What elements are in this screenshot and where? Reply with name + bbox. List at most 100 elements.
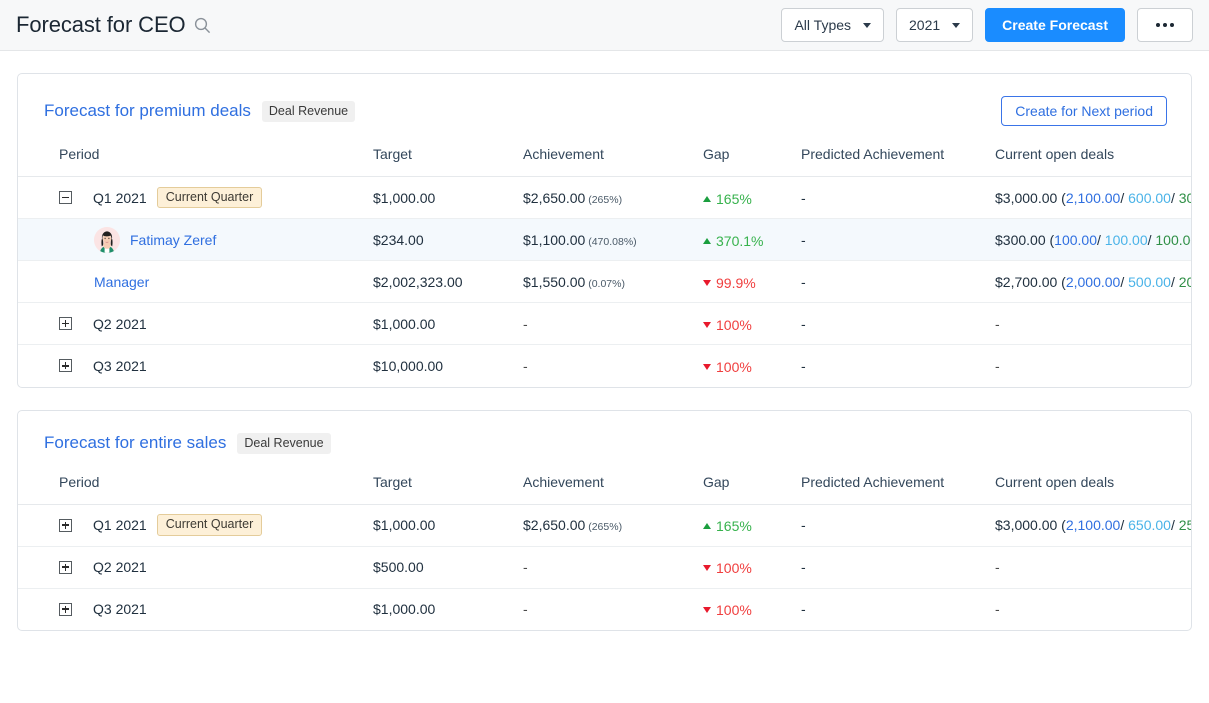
achievement-percent: (0.07%): [585, 277, 625, 290]
collapse-row-icon[interactable]: [59, 191, 72, 204]
column-header: Current open deals: [995, 473, 1191, 505]
create-forecast-label: Create Forecast: [1002, 17, 1108, 33]
open-deals-part-a: 2,100.00: [1065, 517, 1121, 533]
avatar: [94, 226, 120, 253]
gap-value: 165%: [716, 518, 752, 534]
open-deals-total: $3,000.00 (: [995, 189, 1066, 206]
period-label: Q1 2021: [93, 189, 147, 206]
predicted-achievement-value: -: [801, 357, 806, 374]
open-deals-total: $3,000.00 (: [995, 517, 1066, 533]
period-cell: Q1 2021 Current Quarter: [18, 514, 373, 536]
expand-row-icon[interactable]: [59, 560, 72, 574]
table-row: Q3 2021 $1,000.00 - 100% - -: [18, 588, 1191, 630]
role-name-link[interactable]: Manager: [94, 274, 149, 290]
achievement-value: $1,550.00: [523, 273, 586, 290]
gap-value: 100%: [716, 560, 752, 576]
period-cell-container: Q2 2021: [18, 546, 373, 589]
type-filter-dropdown[interactable]: All Types: [781, 8, 885, 42]
period-label: Q2 2021: [93, 559, 147, 575]
ellipsis-icon: [1163, 23, 1167, 27]
open-deals-part-b: 100.00: [1104, 231, 1148, 248]
table-row: Q3 2021 $10,000.00 - 100% - -: [18, 345, 1191, 387]
current-quarter-badge: Current Quarter: [156, 186, 263, 209]
period-cell-container: Fatimay Zeref: [18, 218, 373, 261]
open-deals-cell: -: [995, 302, 1191, 345]
open-deals-part-a: 2,000.00: [1065, 273, 1121, 290]
achievement-cell: $1,100.00 (470.08%): [523, 218, 703, 261]
open-deals-total: -: [995, 601, 1000, 618]
create-next-period-button[interactable]: Create for Next period: [1001, 96, 1167, 126]
achievement-value: -: [523, 357, 528, 374]
year-filter-dropdown[interactable]: 2021: [896, 8, 974, 42]
open-deals-cell: -: [995, 546, 1191, 589]
create-forecast-button[interactable]: Create Forecast: [985, 8, 1125, 42]
sub-row-cell: Fatimay Zeref: [18, 226, 373, 253]
gap-cell: 100%: [703, 302, 801, 345]
column-header: Predicted Achievement: [801, 146, 995, 177]
card-title[interactable]: Forecast for premium deals: [44, 101, 251, 121]
column-header: Period: [18, 473, 373, 505]
target-value: $10,000.00: [373, 357, 444, 374]
gap-indicator: 99.9%: [703, 275, 756, 291]
card-header: Forecast for entire sales Deal Revenue: [18, 411, 1191, 474]
gap-cell: 100%: [703, 546, 801, 589]
more-options-button[interactable]: [1137, 8, 1193, 42]
achievement-percent: (265%): [585, 193, 623, 206]
open-deals-sep: /: [1120, 517, 1129, 533]
open-deals-cell: $3,000.00 (2,100.00/ 600.00/ 300.00): [995, 176, 1191, 219]
person-name-link[interactable]: Fatimay Zeref: [130, 232, 216, 248]
open-deals-total: $300.00 (: [995, 231, 1055, 248]
achievement-value: $1,100.00: [523, 231, 586, 248]
expand-row-icon[interactable]: [59, 602, 72, 616]
current-quarter-badge: Current Quarter: [156, 514, 263, 536]
expand-row-icon[interactable]: [59, 359, 72, 373]
target-value: $500.00: [373, 546, 523, 589]
gap-cell: 370.1%: [703, 218, 801, 261]
achievement-cell: $2,650.00 (265%): [523, 176, 703, 219]
chevron-down-icon: [863, 22, 872, 28]
trend-down-icon: [703, 363, 711, 370]
table-header-row: Period Target Achievement Gap Predicted Achi…: [18, 146, 1191, 177]
gap-value: 100%: [716, 358, 752, 375]
forecast-card: Forecast for entire sales Deal Revenue Per…: [17, 409, 1192, 631]
predicted-achievement-value: -: [801, 176, 995, 219]
open-deals-sep: /: [1097, 231, 1105, 248]
target-value: $1,000.00: [373, 601, 436, 618]
table-row: Q2 2021 $1,000.00-100% - -: [18, 302, 1191, 345]
achievement-cell: -: [523, 546, 703, 589]
create-next-period-label: Create for Next period: [1015, 103, 1153, 119]
gap-indicator: 100%: [703, 602, 752, 618]
trend-down-icon: [703, 279, 711, 286]
trend-down-icon: [703, 321, 711, 328]
page-title: Forecast for CEO: [16, 12, 186, 37]
period-cell-container: Q1 2021 Current Quarter: [18, 504, 373, 547]
achievement-value: $2,650.00: [523, 189, 586, 206]
open-deals-cell: $3,000.00 (2,100.00/ 650.00/ 250.00): [995, 504, 1191, 547]
achievement-cell: $1,550.00 (0.07%): [523, 260, 703, 303]
open-deals-sep: /: [1170, 517, 1179, 533]
achievement-value: -: [523, 559, 528, 575]
app-header: Forecast for CEO All Types 2021 Create F…: [0, 0, 1209, 51]
open-deals-part-c: 200.00: [1178, 273, 1191, 290]
card-type-chip: Deal Revenue: [237, 432, 331, 454]
table-row: Q1 2021 Current Quarter $1,000.00 $2,650.00…: [18, 176, 1191, 219]
open-deals-part-c: 100.00: [1155, 231, 1191, 248]
table-row: Q2 2021 $500.00-100% - -: [18, 546, 1191, 589]
period-label: Q2 2021: [93, 315, 147, 332]
open-deals-cell: -: [995, 345, 1191, 387]
open-deals-total: $2,700.00 (: [995, 273, 1066, 290]
expand-row-icon[interactable]: [59, 317, 72, 330]
period-cell-container: Q2 2021: [18, 302, 373, 345]
card-title[interactable]: Forecast for entire sales: [44, 433, 226, 453]
achievement-value: -: [523, 601, 528, 618]
gap-cell: 165%: [703, 176, 801, 219]
column-header: Achievement: [523, 473, 703, 505]
predicted-achievement-value: -: [801, 218, 995, 261]
column-header: Predicted Achievement: [801, 473, 995, 505]
achievement-value: $2,650.00: [523, 517, 586, 533]
gap-indicator: 100%: [703, 359, 752, 375]
search-icon[interactable]: [194, 17, 211, 34]
trend-down-icon: [703, 565, 711, 571]
period-cell-container: Q3 2021: [18, 345, 373, 387]
expand-row-icon[interactable]: [59, 518, 72, 532]
